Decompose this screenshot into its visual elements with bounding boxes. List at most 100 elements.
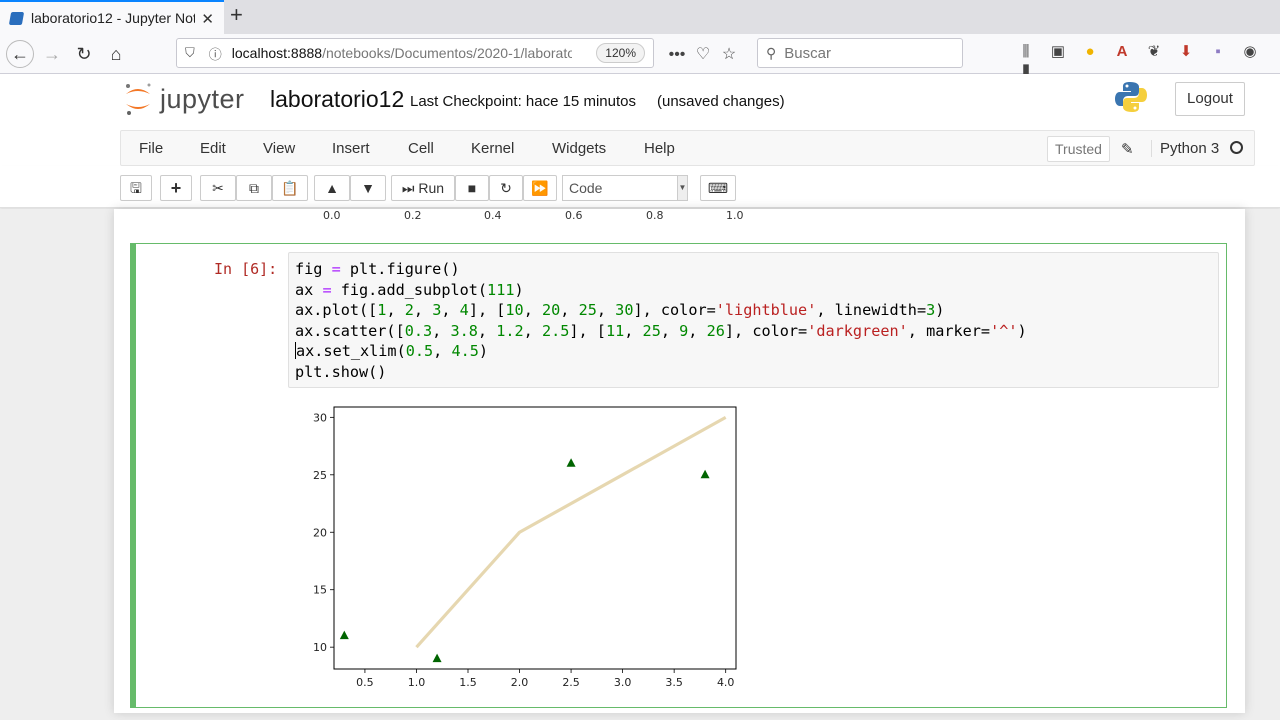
bookmark-star-icon[interactable]: ☆ bbox=[716, 44, 742, 64]
pocket-icon[interactable]: ♡ bbox=[690, 44, 716, 64]
code-cell-selected[interactable]: In [6]: fig = plt.figure() ax = fig.add_… bbox=[130, 243, 1227, 708]
prev-tick-label: 0.2 bbox=[404, 209, 422, 222]
reload-icon[interactable]: ↻ bbox=[72, 42, 96, 66]
prev-tick-label: 0.0 bbox=[323, 209, 341, 222]
site-info-icon[interactable]: ⓘ bbox=[209, 44, 222, 63]
tab-title: laboratorio12 - Jupyter Notebook bbox=[31, 10, 195, 26]
home-icon[interactable]: ⌂ bbox=[104, 42, 128, 66]
back-arrow-icon[interactable]: ← bbox=[6, 40, 34, 68]
scatter-point bbox=[432, 653, 442, 663]
x-tick-label: 0.5 bbox=[356, 676, 374, 689]
x-tick-label: 1.0 bbox=[408, 676, 426, 689]
jupyter-logo-icon bbox=[126, 83, 151, 115]
insert-cell-plus-icon[interactable]: + bbox=[160, 175, 192, 201]
code-line-5[interactable]: ax.set_xlim(0.5, 4.5) bbox=[295, 341, 1218, 362]
move-down-arrow-icon[interactable]: ▼ bbox=[350, 175, 386, 201]
cut-scissors-icon[interactable]: ✂ bbox=[200, 175, 236, 201]
account-icon[interactable]: ◉ bbox=[1234, 42, 1266, 60]
interrupt-stop-icon[interactable]: ■ bbox=[455, 175, 489, 201]
x-tick-label: 1.5 bbox=[459, 676, 477, 689]
jupyter-favicon-icon bbox=[8, 11, 25, 25]
command-palette-keyboard-icon[interactable]: ⌨ bbox=[700, 175, 736, 201]
code-line-6[interactable]: plt.show() bbox=[295, 362, 1218, 383]
browser-tab[interactable]: laboratorio12 - Jupyter Notebook ✕ bbox=[0, 0, 224, 34]
scatter-point bbox=[339, 630, 349, 640]
run-label: Run bbox=[418, 180, 445, 196]
run-button[interactable]: ⏭ Run bbox=[391, 175, 455, 201]
python-logo-icon bbox=[1115, 82, 1147, 112]
library-icon[interactable]: ⫼ bbox=[1010, 43, 1042, 60]
url-bar[interactable]: ⛉ ⓘ localhost:8888/notebooks/Documentos/… bbox=[176, 38, 654, 68]
menu-edit[interactable]: Edit bbox=[200, 140, 226, 157]
series-line bbox=[415, 415, 727, 649]
download-icon[interactable]: ⬇ bbox=[1170, 42, 1202, 60]
y-tick-label: 10 bbox=[313, 641, 327, 654]
url-text[interactable]: localhost:8888/notebooks/Documentos/2020… bbox=[232, 45, 572, 61]
y-tick-label: 25 bbox=[313, 469, 327, 482]
browser-toolbar-icons: ⫼ ▣ ● A ❦ ⬇ ▪ ◉▮ bbox=[1010, 42, 1280, 78]
paste-icon[interactable]: 📋 bbox=[272, 175, 308, 201]
tracking-shield-icon[interactable]: ⛉ bbox=[185, 45, 195, 61]
trusted-badge[interactable]: Trusted bbox=[1047, 136, 1110, 162]
matplotlib-figure: 0.5 1.0 1.5 2.0 2.5 3.0 3.5 4.0 10 15 20 25 30 bbox=[313, 406, 737, 689]
zoom-level-badge[interactable]: 120% bbox=[596, 43, 645, 63]
menu-insert[interactable]: Insert bbox=[332, 140, 370, 157]
step-run-icon: ⏭ bbox=[401, 180, 415, 196]
logout-button[interactable]: Logout bbox=[1175, 82, 1245, 116]
autosave-status: (unsaved changes) bbox=[657, 93, 785, 110]
extension-bulb-icon[interactable]: ● bbox=[1074, 43, 1106, 60]
x-tick-label: 2.0 bbox=[511, 676, 529, 689]
search-bar[interactable]: ⚲ Buscar bbox=[757, 38, 963, 68]
cell-type-value: Code bbox=[569, 180, 603, 196]
x-tick-label: 4.0 bbox=[717, 676, 735, 689]
scatter-point bbox=[700, 469, 710, 479]
extension-a-icon[interactable]: A bbox=[1106, 43, 1138, 60]
prev-tick-label: 0.6 bbox=[565, 209, 583, 222]
y-tick-label: 20 bbox=[313, 526, 327, 539]
notebook-name[interactable]: laboratorio12 bbox=[270, 86, 404, 113]
code-line-1[interactable]: fig = plt.figure() bbox=[295, 259, 1218, 280]
kernel-name: Python 3 bbox=[1151, 140, 1219, 157]
save-icon[interactable]: 🖫 bbox=[120, 175, 152, 201]
x-tick-label: 2.5 bbox=[562, 676, 580, 689]
x-tick-label: 3.5 bbox=[665, 676, 683, 689]
code-editor[interactable]: fig = plt.figure() ax = fig.add_subplot(… bbox=[288, 252, 1219, 388]
dropdown-caret-icon: ▼ bbox=[677, 176, 687, 200]
cell-type-select[interactable]: Code ▼ bbox=[562, 175, 688, 201]
y-tick-label: 30 bbox=[313, 411, 327, 424]
more-actions-icon[interactable]: ••• bbox=[664, 46, 690, 64]
code-line-4[interactable]: ax.scatter([0.3, 3.8, 1.2, 2.5], [11, 25… bbox=[295, 321, 1218, 342]
scatter-point bbox=[566, 458, 576, 467]
move-up-arrow-icon[interactable]: ▲ bbox=[314, 175, 350, 201]
code-line-3[interactable]: ax.plot([1, 2, 3, 4], [10, 20, 25, 30], … bbox=[295, 300, 1218, 321]
extension-box-icon[interactable]: ▪ bbox=[1202, 43, 1234, 60]
sidebar-icon[interactable]: ▣ bbox=[1042, 42, 1074, 60]
edit-mode-pencil-icon: ✎ bbox=[1121, 141, 1134, 158]
code-line-2[interactable]: ax = fig.add_subplot(111) bbox=[295, 280, 1218, 301]
new-tab-icon[interactable]: + bbox=[230, 4, 243, 26]
input-prompt: In [6]: bbox=[214, 260, 278, 278]
forward-arrow-icon[interactable]: → bbox=[40, 42, 64, 66]
menu-bar: File Edit View Insert Cell Kernel Widget… bbox=[0, 130, 1280, 166]
prev-tick-label: 0.4 bbox=[484, 209, 502, 222]
prev-tick-label: 0.8 bbox=[646, 209, 664, 222]
restart-kernel-icon[interactable]: ↻ bbox=[489, 175, 523, 201]
restart-run-all-icon[interactable]: ⏩ bbox=[523, 175, 557, 201]
previous-output-ticks: 0.0 0.2 0.4 0.6 0.8 1.0 bbox=[114, 209, 1245, 229]
menu-view[interactable]: View bbox=[263, 140, 295, 157]
menu-kernel[interactable]: Kernel bbox=[471, 140, 514, 157]
notebook-toolbar: 🖫 + ✂ ⧉ 📋 ▲ ▼ ⏭ Run ■ ↻ ⏩ Code ▼ ⌨ bbox=[0, 166, 1280, 208]
menu-widgets[interactable]: Widgets bbox=[552, 140, 606, 157]
browser-tab-bar: laboratorio12 - Jupyter Notebook ✕ + bbox=[0, 0, 1280, 34]
extension-leaf-icon[interactable]: ❦ bbox=[1138, 42, 1170, 60]
menu-cell[interactable]: Cell bbox=[408, 140, 434, 157]
jupyter-logo[interactable]: jupyter bbox=[124, 82, 245, 116]
copy-icon[interactable]: ⧉ bbox=[236, 175, 272, 201]
search-placeholder: Buscar bbox=[784, 44, 831, 62]
menu-file[interactable]: File bbox=[139, 140, 163, 157]
tab-close-icon[interactable]: ✕ bbox=[201, 10, 214, 28]
menu-help[interactable]: Help bbox=[644, 140, 675, 157]
jupyter-logo-text: jupyter bbox=[160, 83, 245, 114]
cell-output: 0.5 1.0 1.5 2.0 2.5 3.0 3.5 4.0 10 15 20 25 30 bbox=[296, 394, 766, 694]
menu-bar-inner: File Edit View Insert Cell Kernel Widget… bbox=[120, 130, 1255, 166]
